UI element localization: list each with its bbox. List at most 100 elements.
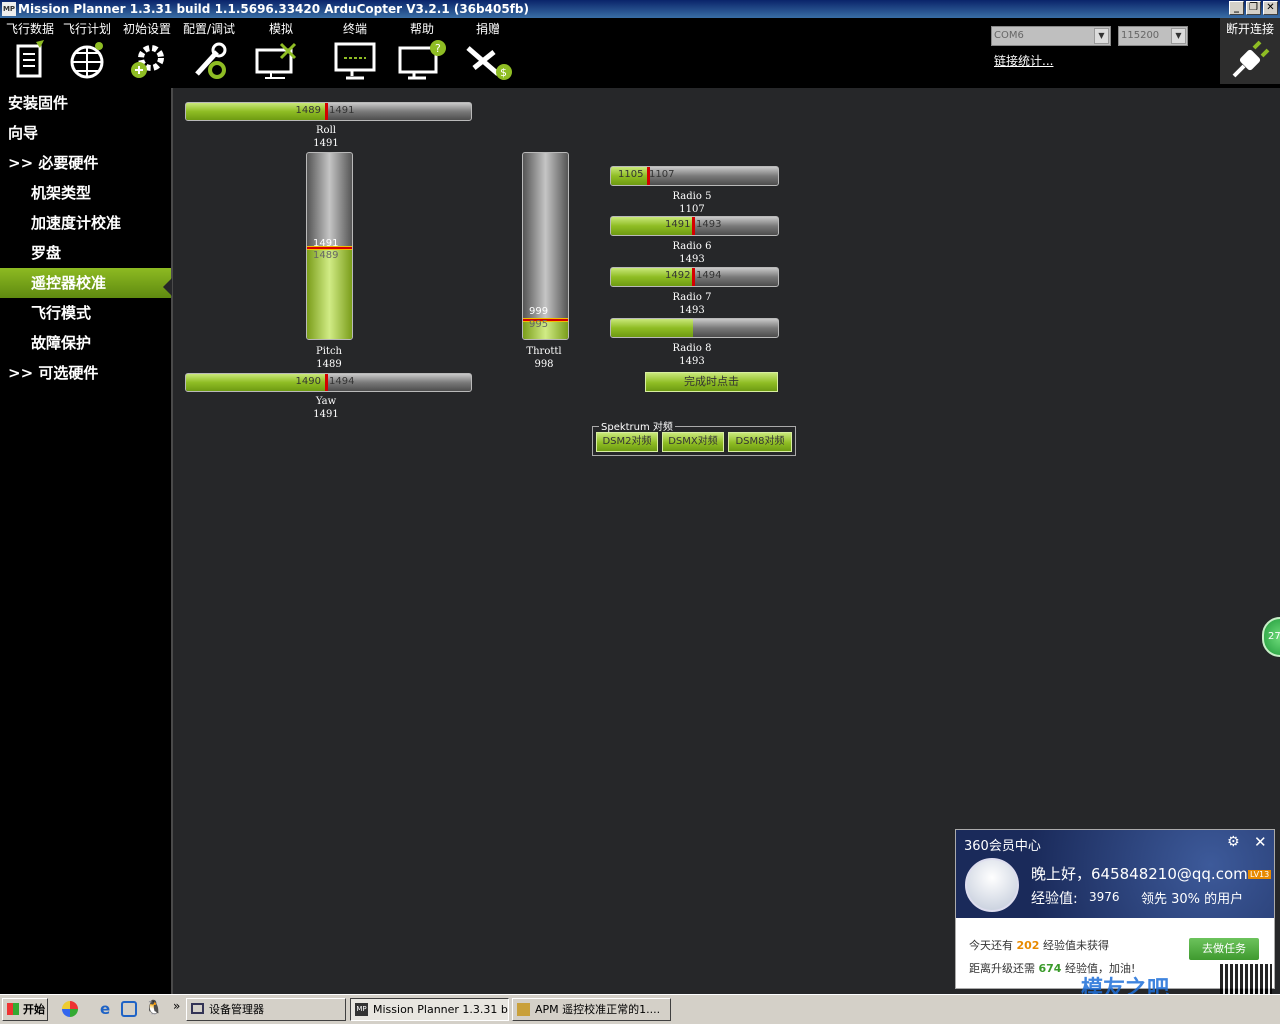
line1-prefix: 今天还有: [969, 939, 1013, 952]
level-badge: LV13: [1248, 870, 1272, 879]
pitch-fill: [307, 248, 352, 339]
link-stats-link[interactable]: 链接统计...: [994, 52, 1053, 69]
radio7-max-label: 1494: [696, 270, 722, 281]
sidebar-item-install-firmware[interactable]: 安装固件: [0, 88, 171, 118]
popup-line1: 今天还有 202 经验值未获得: [969, 937, 1109, 953]
toolbar-donate[interactable]: 捐赠 $: [458, 20, 518, 82]
radio5-min-label: 1105: [618, 169, 644, 180]
toolbar-flight-plan[interactable]: 飞行计划: [57, 20, 117, 82]
radio8-bar: [610, 318, 779, 338]
exp-label: 经验值:: [1031, 891, 1078, 907]
toolbar-label: 捐赠: [475, 22, 500, 36]
yaw-name: Yaw: [315, 396, 337, 407]
radio6-bar: 1491 1493: [610, 216, 779, 236]
popup-header: 360会员中心 ⚙ ✕ 晚上好，645848210@qq.com LV13 经验…: [956, 830, 1274, 918]
disconnect-button[interactable]: 断开连接: [1220, 18, 1280, 84]
simulation-icon: [255, 42, 297, 79]
computer-icon: [191, 1003, 204, 1014]
svg-text:?: ?: [435, 42, 441, 55]
spektrum-title: Spektrum 对频: [599, 418, 675, 433]
sidebar-item-mandatory-hardware[interactable]: >> 必要硬件: [0, 148, 171, 178]
close-icon[interactable]: ✕: [1254, 833, 1267, 851]
radio7-name: Radio 7: [672, 292, 712, 303]
more-icon[interactable]: »: [173, 999, 180, 1013]
quick-launch-icon[interactable]: [62, 1001, 78, 1017]
browser-icon[interactable]: [121, 1001, 137, 1017]
sidebar-item-failsafe[interactable]: 故障保护: [0, 328, 171, 358]
toolbar-terminal[interactable]: 终端: [325, 20, 385, 82]
plug-icon: [1232, 40, 1270, 78]
port-value: COM6: [994, 30, 1024, 41]
task-mission-planner[interactable]: MP Mission Planner 1.3.31 b...: [350, 998, 509, 1021]
taskbar: 开始 e 🐧 » 设备管理器 MP Mission Planner 1.3.31…: [0, 994, 1280, 1024]
yaw-max-label: 1494: [329, 376, 355, 387]
toolbar-label: 模拟: [268, 22, 293, 36]
sidebar-item-flight-modes[interactable]: 飞行模式: [0, 298, 171, 328]
sidebar-item-frame-type[interactable]: 机架类型: [0, 178, 171, 208]
throttle-min-label: 995: [529, 319, 549, 330]
window-title: Mission Planner 1.3.31 build 1.1.5696.33…: [18, 2, 529, 16]
radio7-bar: 1492 1494: [610, 267, 779, 287]
toolbar-label: 配置/调试: [182, 22, 236, 36]
roll-max-label: 1491: [329, 105, 355, 116]
sidebar-item-accel-calibration[interactable]: 加速度计校准: [0, 208, 171, 238]
toolbar-config-tuning[interactable]: 配置/调试: [179, 20, 239, 82]
task-apm-page[interactable]: APM 遥控校准正常的1....: [512, 998, 671, 1021]
roll-value: 1491: [313, 138, 339, 149]
task-device-manager[interactable]: 设备管理器: [186, 998, 346, 1021]
toolbar-label: 飞行数据: [5, 22, 54, 36]
task-label: Mission Planner 1.3.31 b...: [373, 1003, 509, 1016]
toolbar-simulation[interactable]: 模拟: [251, 20, 311, 82]
dsm2-bind-button[interactable]: DSM2对频: [596, 432, 658, 452]
sidebar-item-optional-hardware[interactable]: >> 可选硬件: [0, 358, 171, 388]
dsm8-bind-button[interactable]: DSM8对频: [728, 432, 792, 452]
toolbar-flight-data[interactable]: 飞行数据: [0, 20, 60, 82]
minimize-button[interactable]: _: [1229, 1, 1244, 15]
dsmx-bind-button[interactable]: DSMX对频: [662, 432, 724, 452]
chevron-down-icon[interactable]: ▼: [1094, 28, 1109, 44]
chevron-down-icon[interactable]: ▼: [1171, 28, 1186, 44]
roll-marker: [325, 103, 328, 120]
toolbar-initial-setup[interactable]: 初始设置: [117, 20, 177, 82]
popup-title: 360会员中心: [964, 839, 1041, 854]
start-button[interactable]: 开始: [2, 998, 48, 1021]
radio5-caption: Radio 5 1107: [662, 190, 722, 216]
terminal-icon: [334, 42, 376, 80]
radio8-value: 1493: [679, 356, 705, 367]
active-pointer-icon: [163, 278, 172, 296]
pitch-caption: Pitch 1489: [299, 345, 359, 371]
baud-select[interactable]: 115200 ▼: [1118, 26, 1188, 46]
click-when-done-button[interactable]: 完成时点击: [645, 372, 778, 392]
help-icon: ?: [398, 40, 446, 80]
line1-number: 202: [1016, 939, 1040, 952]
radio5-bar: 1105 1107: [610, 166, 779, 186]
app-logo-icon: MP: [2, 2, 16, 16]
gear-icon[interactable]: ⚙: [1227, 834, 1240, 850]
port-select[interactable]: COM6 ▼: [991, 26, 1111, 46]
yaw-caption: Yaw 1491: [296, 395, 356, 421]
floating-speed-badge[interactable]: 27: [1262, 617, 1280, 657]
ie-icon[interactable]: e: [100, 1000, 110, 1018]
member-center-popup: 360会员中心 ⚙ ✕ 晚上好，645848210@qq.com LV13 经验…: [955, 829, 1275, 1016]
radio5-value: 1107: [679, 204, 705, 215]
initial-setup-icon: [131, 45, 164, 78]
do-task-button[interactable]: 去做任务: [1189, 938, 1259, 960]
throttle-max-label: 999: [529, 306, 549, 317]
restore-button[interactable]: ❐: [1246, 1, 1261, 15]
radio7-marker: [692, 268, 695, 286]
radio6-max-label: 1493: [696, 219, 722, 230]
avatar[interactable]: [965, 858, 1019, 912]
toolbar-label: 初始设置: [122, 22, 171, 36]
config-tuning-icon: [195, 42, 227, 79]
qq-icon[interactable]: 🐧: [145, 1000, 162, 1016]
radio7-caption: Radio 7 1493: [662, 291, 722, 317]
window-controls: _ ❐ ✕: [1229, 1, 1278, 15]
radio6-marker: [692, 217, 695, 235]
radio6-name: Radio 6: [672, 241, 712, 252]
line2-prefix: 距离升级还需: [969, 962, 1035, 975]
sidebar-item-wizard[interactable]: 向导: [0, 118, 171, 148]
close-button[interactable]: ✕: [1263, 1, 1278, 15]
sidebar-item-radio-calibration[interactable]: 遥控器校准: [0, 268, 171, 298]
toolbar-help[interactable]: 帮助 ?: [392, 20, 452, 82]
sidebar-item-compass[interactable]: 罗盘: [0, 238, 171, 268]
